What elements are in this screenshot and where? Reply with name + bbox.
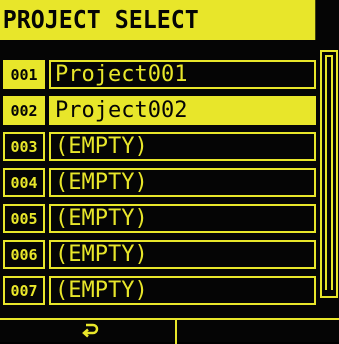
project-list: 001 Project001 002 Project002 003 (EMPTY… [3,58,316,310]
project-row[interactable]: 006 (EMPTY) [3,238,316,271]
project-row[interactable]: 003 (EMPTY) [3,130,316,163]
project-row-selected[interactable]: 002 Project002 [3,94,316,127]
return-arrow-icon[interactable] [75,322,105,342]
footer-bar [0,318,339,344]
project-number: 006 [3,240,45,269]
project-number: 005 [3,204,45,233]
project-name: (EMPTY) [49,204,316,233]
project-name: Project002 [49,96,316,125]
project-name: Project001 [49,60,316,89]
device-screen: PROJECT SELECT 001 Project001 002 Projec… [0,0,339,344]
project-number: 003 [3,132,45,161]
scrollbar-thumb[interactable] [325,55,333,290]
project-row[interactable]: 001 Project001 [3,58,316,91]
scrollbar[interactable] [320,50,338,298]
footer-divider [175,320,177,344]
project-row[interactable]: 007 (EMPTY) [3,274,316,307]
project-name: (EMPTY) [49,168,316,197]
project-number: 004 [3,168,45,197]
project-number: 007 [3,276,45,305]
project-name: (EMPTY) [49,132,316,161]
project-row[interactable]: 004 (EMPTY) [3,166,316,199]
project-name: (EMPTY) [49,276,316,305]
project-name: (EMPTY) [49,240,316,269]
project-row[interactable]: 005 (EMPTY) [3,202,316,235]
project-number: 001 [3,60,45,89]
page-title: PROJECT SELECT [0,0,316,40]
project-number: 002 [3,96,45,125]
